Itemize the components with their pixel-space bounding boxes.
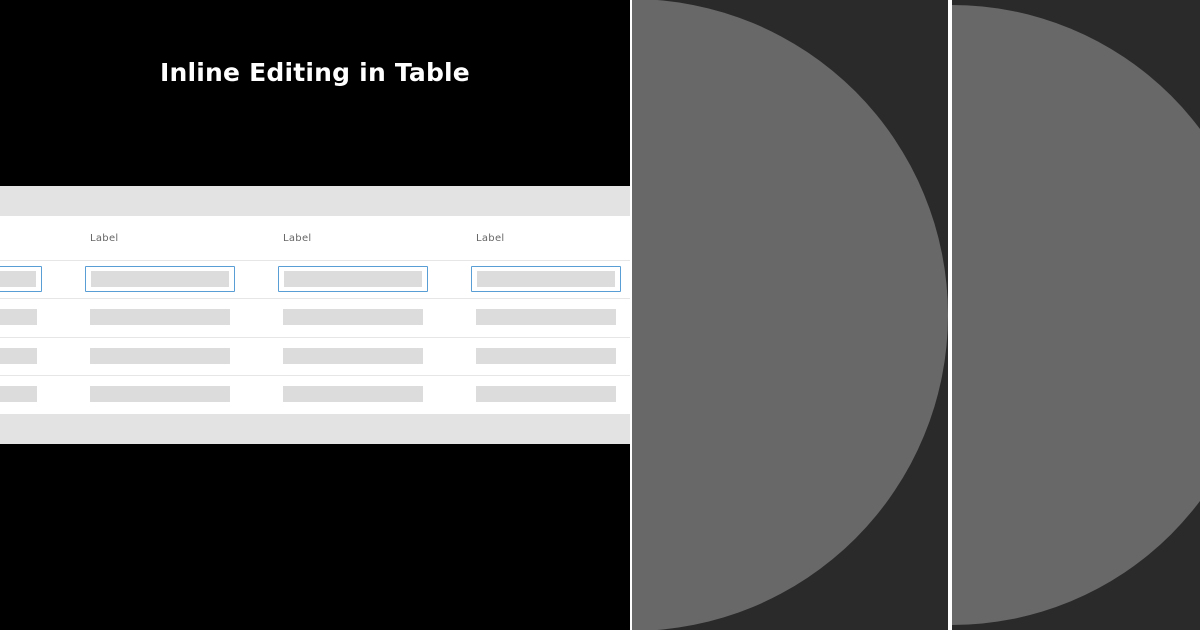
cell-placeholder [0, 309, 37, 325]
decorative-panel [952, 0, 1200, 630]
column-header-label: Label [476, 233, 505, 244]
feature-panel: Inline Editing in Table Label Label Labe… [0, 0, 630, 630]
cell-placeholder [90, 309, 230, 325]
cell-placeholder [476, 309, 616, 325]
cell-placeholder [476, 348, 616, 364]
cell-placeholder [90, 386, 230, 402]
table-body: Label Label Label [0, 216, 630, 414]
table-row-editing [0, 260, 630, 298]
half-circle-shape [632, 0, 948, 630]
table-row [0, 375, 630, 413]
inline-edit-table-illustration: Label Label Label [0, 186, 630, 444]
cell-placeholder [283, 386, 423, 402]
inline-edit-input[interactable] [0, 266, 42, 292]
table-row [0, 298, 630, 336]
inline-edit-input[interactable] [471, 266, 621, 292]
cell-placeholder [0, 348, 37, 364]
table-row [0, 337, 630, 375]
cell-placeholder [90, 348, 230, 364]
og-image-canvas: Inline Editing in Table Label Label Labe… [0, 0, 1200, 630]
cell-placeholder [476, 386, 616, 402]
cell-placeholder [283, 348, 423, 364]
column-header-label: Label [283, 233, 312, 244]
half-circle-shape [952, 5, 1200, 625]
inline-edit-input[interactable] [278, 266, 428, 292]
inline-edit-input[interactable] [85, 266, 235, 292]
decorative-panel [632, 0, 948, 630]
page-title: Inline Editing in Table [160, 58, 470, 87]
cell-placeholder [0, 386, 37, 402]
column-header-label: Label [90, 233, 119, 244]
cell-placeholder [283, 309, 423, 325]
